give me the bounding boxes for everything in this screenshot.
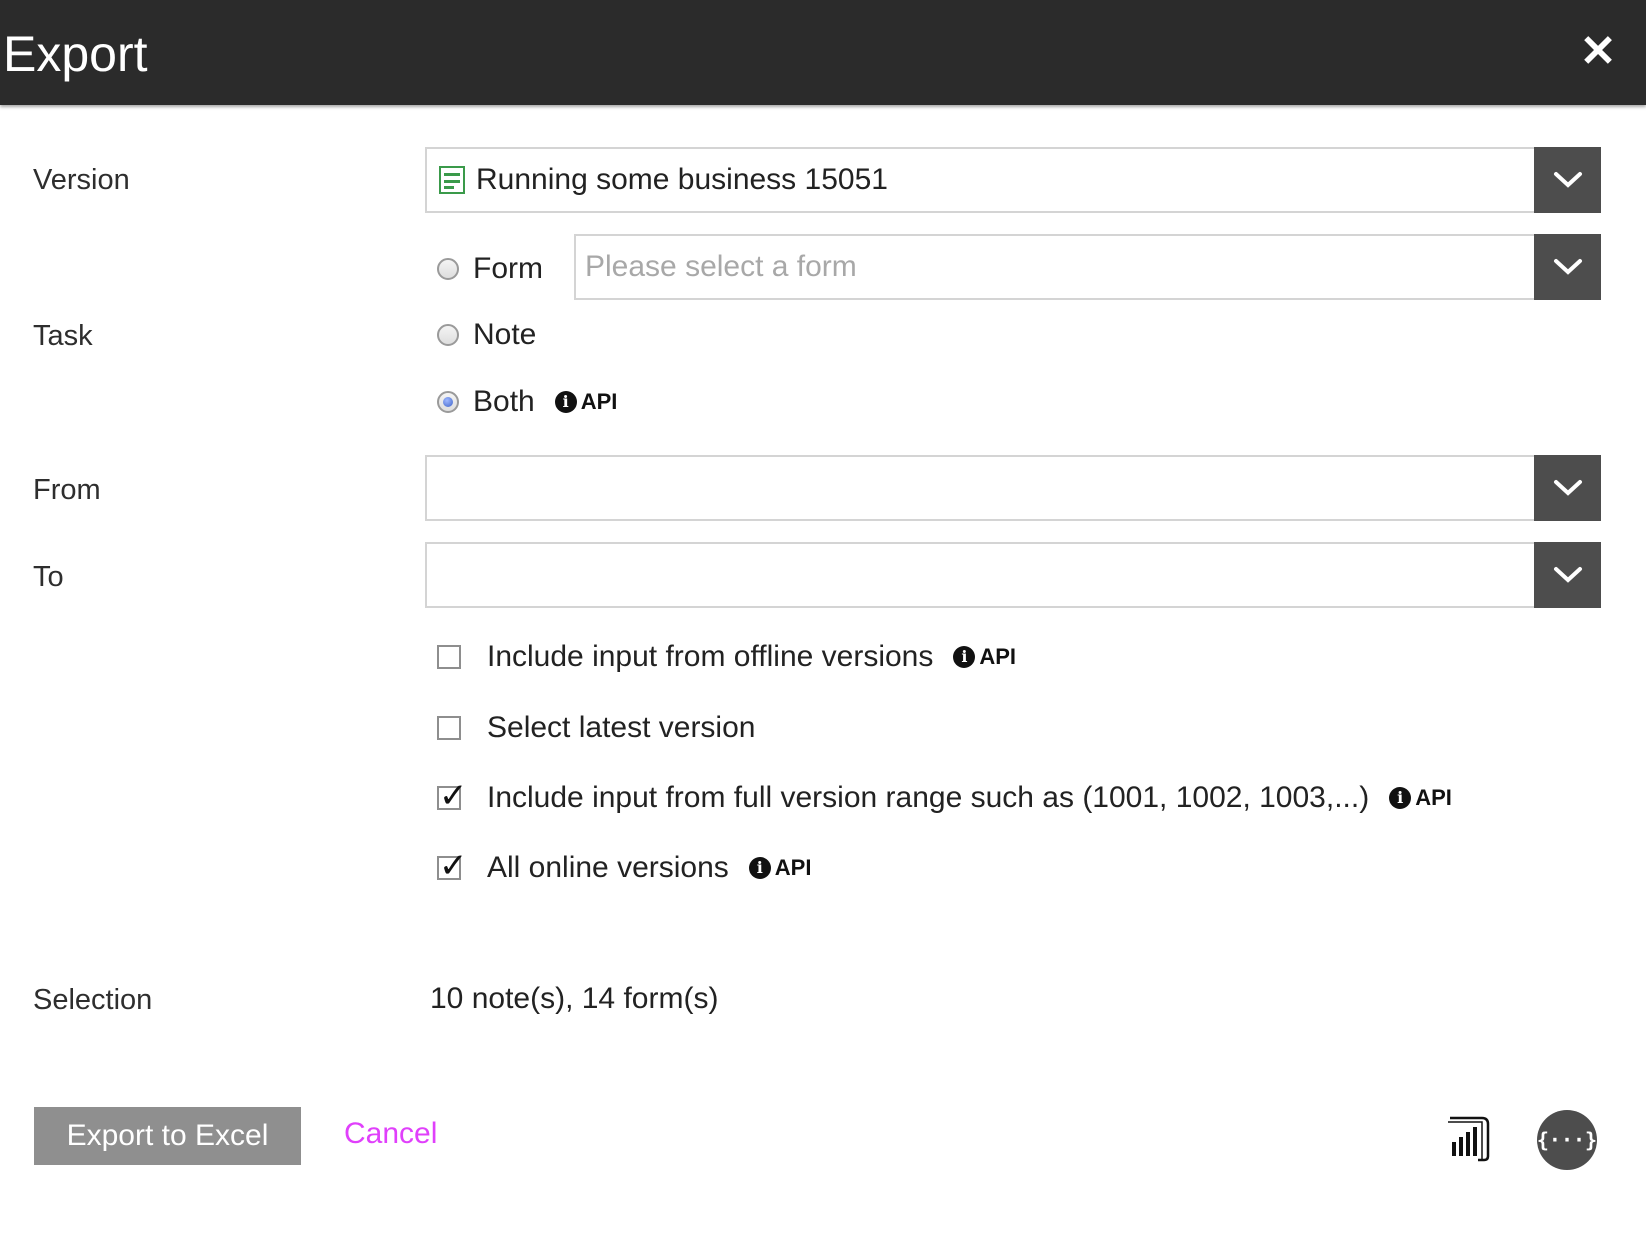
both-radio-label: Both: [473, 385, 535, 418]
api-label: API: [1415, 785, 1452, 810]
task-option-form[interactable]: Form: [437, 252, 543, 286]
cancel-link[interactable]: Cancel: [344, 1117, 437, 1151]
close-icon[interactable]: ✕: [1574, 28, 1622, 76]
to-select[interactable]: [425, 542, 1601, 608]
info-icon: i: [748, 857, 771, 879]
api-info-link[interactable]: i API: [748, 855, 812, 881]
api-label: API: [774, 855, 812, 880]
latest-version-label: Select latest version: [487, 711, 756, 744]
chevron-down-icon[interactable]: [1534, 234, 1601, 300]
task-label: Task: [33, 320, 93, 352]
full-range-checkbox[interactable]: [437, 776, 468, 816]
all-online-label: All online versions: [487, 851, 729, 884]
api-info-link[interactable]: i API: [1389, 785, 1452, 811]
export-to-excel-button[interactable]: Export to Excel: [34, 1107, 301, 1165]
version-select[interactable]: Running some business 15051: [425, 147, 1601, 213]
form-select-placeholder: Please select a form: [585, 250, 857, 283]
version-label: Version: [33, 164, 130, 196]
chevron-down-icon[interactable]: [1534, 147, 1601, 213]
api-label: API: [979, 644, 1017, 669]
api-info-link[interactable]: i API: [953, 644, 1016, 670]
api-label: API: [580, 389, 618, 414]
latest-version-option[interactable]: Select latest version: [437, 711, 755, 745]
chevron-down-icon[interactable]: [1534, 455, 1601, 521]
dialog-title: Export: [3, 26, 148, 82]
full-range-label: Include input from full version range su…: [487, 781, 1370, 814]
to-label: To: [33, 561, 64, 593]
version-selected-text: Running some business 15051: [476, 163, 888, 196]
note-radio-label: Note: [473, 318, 537, 351]
selection-summary: 10 note(s), 14 form(s): [430, 982, 719, 1015]
full-range-option[interactable]: Include input from full version range su…: [437, 776, 1452, 816]
all-online-checkbox[interactable]: [437, 846, 468, 886]
from-select[interactable]: [425, 455, 1601, 521]
offline-versions-label: Include input from offline versions: [487, 640, 934, 673]
info-icon: i: [554, 391, 577, 413]
selection-label: Selection: [33, 984, 153, 1016]
api-info-link[interactable]: i API: [554, 389, 618, 415]
all-online-option[interactable]: All online versions i API: [437, 846, 812, 886]
dialog-titlebar: Export ✕: [0, 0, 1646, 105]
form-document-icon: [439, 166, 465, 194]
power-bi-icon[interactable]: [1444, 1112, 1494, 1164]
form-select[interactable]: Please select a form: [574, 234, 1601, 300]
offline-versions-option[interactable]: Include input from offline versions i AP…: [437, 640, 1016, 674]
form-radio-label: Form: [473, 252, 543, 285]
both-radio[interactable]: [437, 391, 459, 413]
task-option-both[interactable]: Both i API: [437, 385, 617, 419]
latest-version-checkbox[interactable]: [437, 716, 461, 740]
offline-versions-checkbox[interactable]: [437, 645, 461, 669]
task-option-note[interactable]: Note: [437, 318, 536, 352]
info-icon: i: [1389, 787, 1412, 809]
from-label: From: [33, 474, 101, 506]
note-radio[interactable]: [437, 324, 459, 346]
form-radio[interactable]: [437, 258, 459, 280]
json-braces-icon[interactable]: {···}: [1537, 1110, 1597, 1170]
info-icon: i: [953, 646, 976, 668]
chevron-down-icon[interactable]: [1534, 542, 1601, 608]
